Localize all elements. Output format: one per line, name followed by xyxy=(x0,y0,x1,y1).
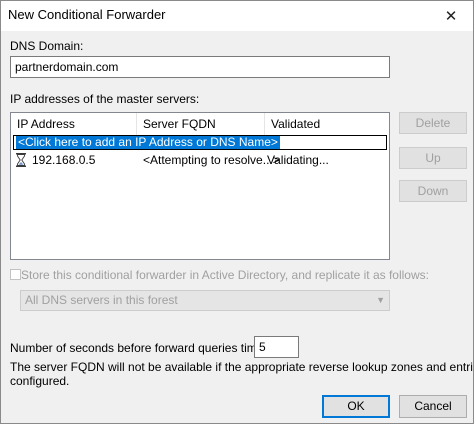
timeout-label: Number of seconds before forward queries… xyxy=(10,341,287,355)
column-header-server-fqdn[interactable]: Server FQDN xyxy=(137,113,265,135)
replication-scope-select[interactable]: All DNS servers in this forest ▼ xyxy=(20,290,390,311)
row-server-fqdn: <Attempting to resolve...> xyxy=(143,153,280,167)
row-ip-address: 192.168.0.5 xyxy=(32,153,96,167)
column-header-validated[interactable]: Validated xyxy=(265,113,389,135)
table-row[interactable]: 192.168.0.5 <Attempting to resolve...> V… xyxy=(11,151,389,169)
hourglass-icon xyxy=(16,153,26,167)
chevron-down-icon: ▼ xyxy=(376,295,385,305)
close-icon: ✕ xyxy=(444,8,458,25)
fqdn-note-line-2: configured. xyxy=(10,374,70,388)
delete-button[interactable]: Delete xyxy=(399,112,467,134)
title-bar: New Conditional Forwarder ✕ xyxy=(1,1,473,31)
fqdn-note-line-1: The server FQDN will not be available if… xyxy=(10,360,473,374)
add-address-prompt[interactable]: <Click here to add an IP Address or DNS … xyxy=(16,136,280,149)
row-validated: Validating... xyxy=(267,153,329,167)
dns-domain-input[interactable]: partnerdomain.com xyxy=(10,56,390,78)
add-address-row[interactable]: <Click here to add an IP Address or DNS … xyxy=(13,135,387,150)
down-button[interactable]: Down xyxy=(399,180,467,202)
replication-scope-value: All DNS servers in this forest xyxy=(25,293,178,307)
cancel-button[interactable]: Cancel xyxy=(399,395,467,418)
dns-domain-label: DNS Domain: xyxy=(10,39,84,53)
master-servers-label: IP addresses of the master servers: xyxy=(10,92,200,106)
replicate-label: Store this conditional forwarder in Acti… xyxy=(21,268,429,282)
timeout-input[interactable]: 5 xyxy=(254,336,299,358)
up-button[interactable]: Up xyxy=(399,147,467,169)
master-servers-list[interactable]: IP Address Server FQDN Validated <Click … xyxy=(10,112,390,260)
column-header-ip-address[interactable]: IP Address xyxy=(11,113,137,135)
close-button[interactable]: ✕ xyxy=(429,1,473,31)
dialog-title: New Conditional Forwarder xyxy=(8,7,166,22)
new-conditional-forwarder-dialog: New Conditional Forwarder ✕ DNS Domain: … xyxy=(0,0,474,424)
list-header: IP Address Server FQDN Validated xyxy=(11,113,389,135)
ok-button[interactable]: OK xyxy=(322,395,390,418)
replicate-checkbox[interactable] xyxy=(10,269,21,280)
